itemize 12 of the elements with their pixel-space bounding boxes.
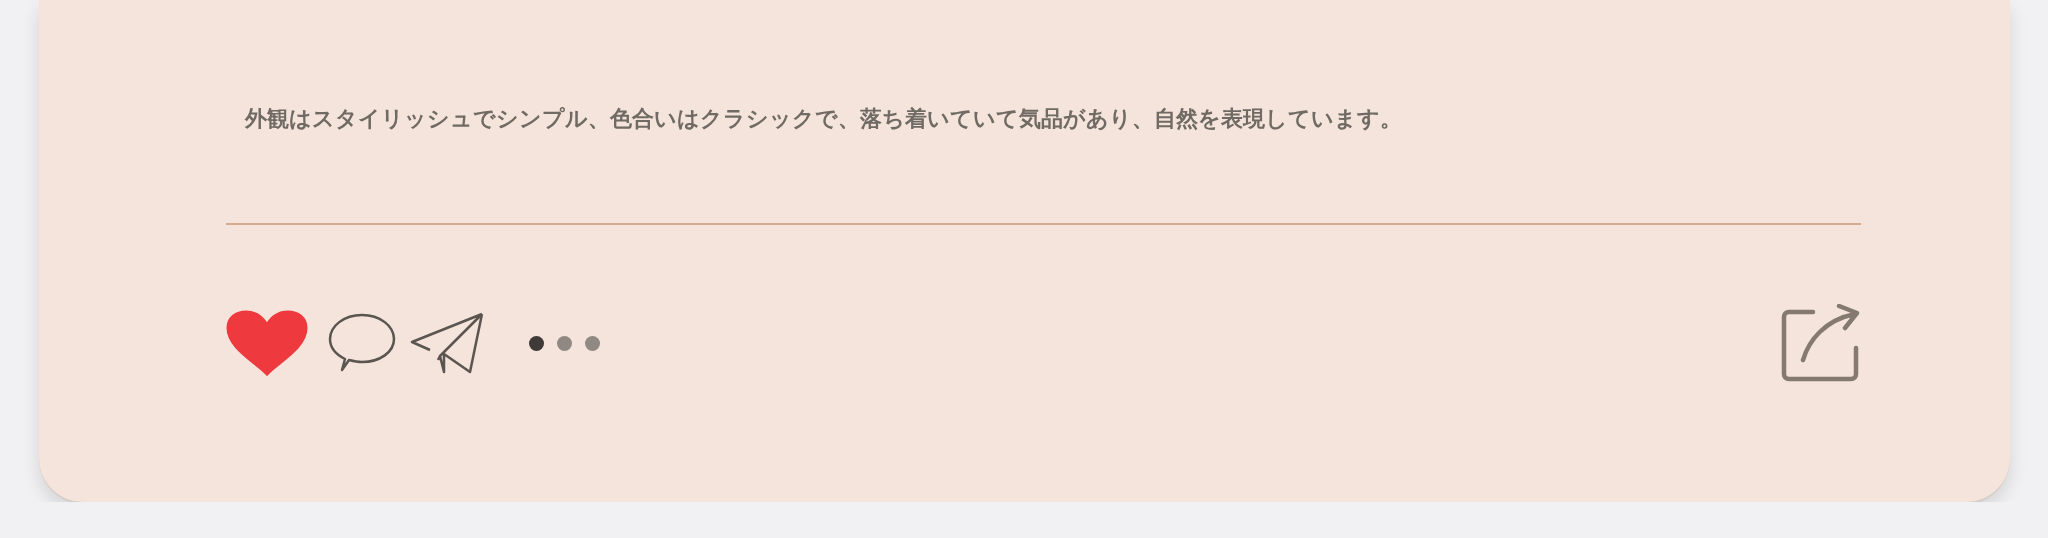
speech-bubble-icon bbox=[328, 313, 396, 373]
carousel-dot[interactable] bbox=[529, 335, 544, 351]
comment-button[interactable] bbox=[328, 313, 396, 373]
send-button[interactable] bbox=[410, 312, 484, 374]
share-button[interactable] bbox=[1781, 304, 1861, 382]
carousel-dot[interactable] bbox=[585, 335, 600, 351]
carousel-dot[interactable] bbox=[557, 335, 572, 351]
like-button[interactable] bbox=[226, 310, 308, 376]
post-caption: 外観はスタイリッシュでシンプル、色合いはクラシックで、落ち着いていて気品があり、自然を表現しています。 bbox=[245, 105, 1403, 133]
share-icon bbox=[1781, 304, 1861, 382]
heart-icon bbox=[226, 310, 308, 376]
paper-plane-icon bbox=[410, 312, 484, 374]
